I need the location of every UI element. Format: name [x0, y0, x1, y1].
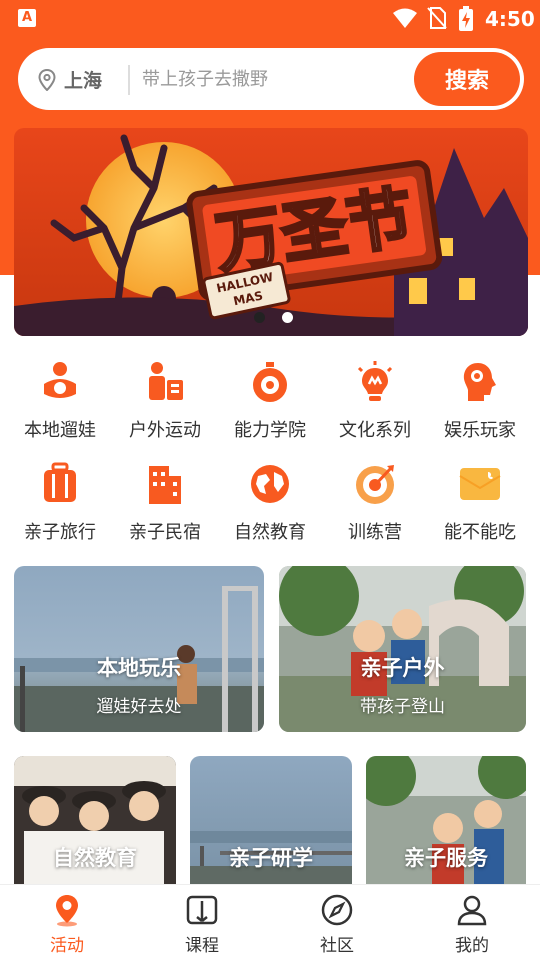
category-culture-series[interactable]: 文化系列 [325, 360, 425, 442]
search-button[interactable]: 搜索 [414, 52, 520, 106]
outdoor-sports-icon [149, 362, 183, 400]
card-title: 自然教育 [53, 846, 137, 870]
search-divider [128, 65, 130, 95]
banner-dot-active[interactable] [282, 312, 294, 323]
compass-icon [321, 894, 353, 926]
small-card-image [366, 756, 526, 896]
tab-profile[interactable]: 我的 [422, 893, 522, 956]
book-icon [186, 895, 218, 925]
promo-banner[interactable]: 万圣节 HALLOW MAS [14, 128, 528, 336]
category-family-travel[interactable]: 亲子旅行 [10, 462, 110, 544]
category-edible[interactable]: 能不能吃 [430, 462, 530, 544]
category-entertainment[interactable]: 娱乐玩家 [430, 360, 530, 442]
small-card-image [190, 756, 352, 896]
card-subtitle: 遛娃好去处 [96, 697, 182, 717]
feature-card-outdoor[interactable]: 亲子户外 带孩子登山 [279, 566, 526, 732]
battery-charging-icon [459, 6, 473, 31]
brain-head-icon [463, 363, 496, 401]
location-pin-icon [38, 69, 56, 91]
city-selector[interactable]: 上海 [64, 66, 102, 93]
no-sim-icon [427, 7, 447, 29]
building-icon [149, 466, 181, 504]
child-care-icon [44, 362, 76, 398]
globe-icon [251, 465, 289, 503]
small-card-service[interactable]: 亲子服务 [366, 756, 526, 896]
tab-courses[interactable]: 课程 [152, 893, 252, 956]
target-icon [356, 465, 394, 504]
wifi-icon [393, 8, 417, 28]
timer-icon [253, 362, 287, 402]
envelope-icon [459, 468, 501, 500]
status-bar: A 4:50 [0, 0, 540, 36]
banner-dot[interactable] [254, 312, 265, 323]
card-title: 亲子服务 [404, 846, 488, 870]
clock: 4:50 [485, 7, 535, 31]
small-card-image [14, 756, 176, 896]
search-input[interactable] [142, 62, 402, 96]
category-local-play[interactable]: 本地遛娃 [10, 360, 110, 442]
category-nature-education[interactable]: 自然教育 [220, 462, 320, 544]
card-title: 亲子研学 [229, 846, 313, 870]
feature-card-local-play[interactable]: 本地玩乐 遛娃好去处 [14, 566, 264, 732]
search-bar: 上海 搜索 [18, 48, 524, 110]
user-icon [457, 895, 487, 926]
halloween-banner-image: 万圣节 HALLOW MAS [14, 128, 528, 336]
suitcase-icon [44, 462, 76, 502]
lightbulb-icon [357, 361, 393, 401]
tab-community[interactable]: 社区 [287, 893, 387, 956]
card-subtitle: 带孩子登山 [360, 697, 445, 717]
small-card-nature-education[interactable]: 自然教育 [14, 756, 176, 896]
category-homestay[interactable]: 亲子民宿 [115, 462, 215, 544]
app-notification-icon: A [18, 9, 36, 27]
category-training-camp[interactable]: 训练营 [325, 462, 425, 544]
card-title: 本地玩乐 [97, 656, 181, 680]
location-pin-icon [56, 895, 78, 927]
bottom-tab-bar: 活动 课程 社区 我的 [0, 884, 540, 960]
category-ability-academy[interactable]: 能力学院 [220, 360, 320, 442]
tab-activities[interactable]: 活动 [17, 893, 117, 956]
category-outdoor-sports[interactable]: 户外运动 [115, 360, 215, 442]
small-card-study-tour[interactable]: 亲子研学 [190, 756, 352, 896]
card-title: 亲子户外 [360, 656, 445, 680]
banner-pagination [254, 308, 305, 327]
